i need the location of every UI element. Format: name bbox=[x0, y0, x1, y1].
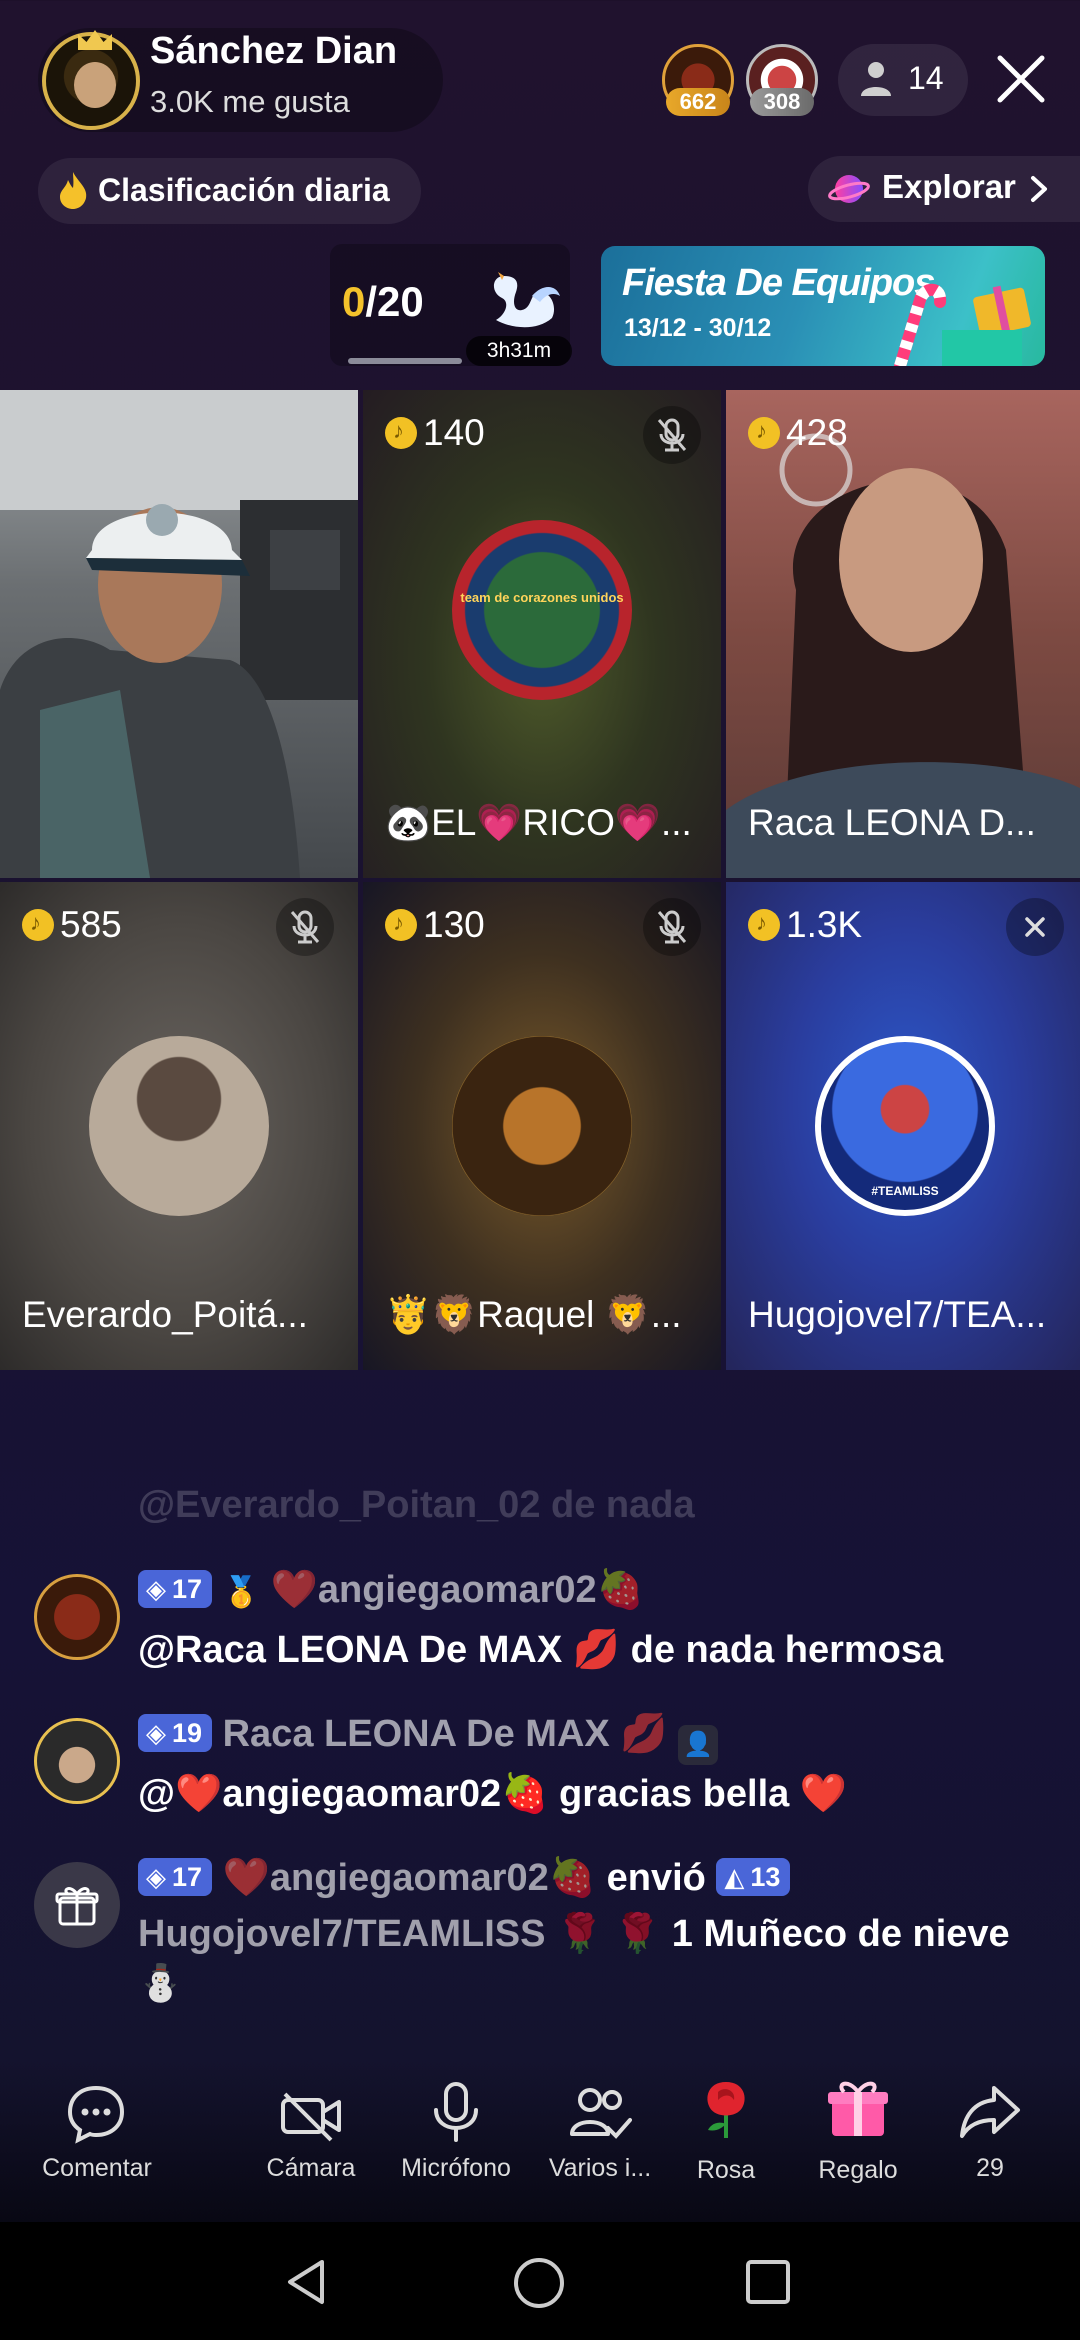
chat-username[interactable]: ❤️angiegaomar02🍓 bbox=[271, 1569, 644, 1611]
event-dates: 13/12 - 30/12 bbox=[624, 314, 772, 342]
guest-score: 140 bbox=[385, 412, 485, 454]
chat-message: @❤️angiegaomar02🍓 gracias bella ❤️ bbox=[138, 1773, 848, 1815]
goal-timer: 3h31m bbox=[466, 336, 572, 366]
avatar-caption: team de corazones unidos bbox=[460, 590, 624, 605]
host-avatar[interactable] bbox=[42, 30, 140, 130]
gift-icon bbox=[55, 1887, 99, 1926]
close-icon[interactable] bbox=[992, 50, 1050, 108]
toolbar-label-camera: Cámara bbox=[266, 2154, 356, 2182]
camera-off-icon[interactable] bbox=[279, 2084, 343, 2148]
close-guest-icon[interactable] bbox=[1006, 898, 1064, 956]
coin-icon bbox=[748, 909, 780, 941]
daily-ranking-label: Clasificación diaria bbox=[98, 172, 390, 208]
flame-icon bbox=[60, 172, 87, 209]
planet-icon bbox=[828, 175, 870, 203]
person-icon bbox=[861, 62, 891, 96]
level-badge: ◈ 17 bbox=[138, 1858, 213, 1896]
host-name[interactable]: Sánchez Dian bbox=[150, 30, 397, 73]
guest-name: Everardo_Poitá... bbox=[22, 1294, 308, 1335]
guest-avatar bbox=[452, 520, 632, 700]
level-badge: ◈ 17 bbox=[138, 1570, 213, 1608]
coin-icon bbox=[22, 909, 54, 941]
guest-name: Raca LEONA D... bbox=[748, 802, 1036, 843]
guest-tile-4[interactable]: 585 Everardo_Poitá... bbox=[0, 882, 358, 1370]
host-likes: 3.0K me gusta bbox=[150, 84, 350, 119]
microphone-icon[interactable] bbox=[424, 2080, 488, 2144]
guest-score: 1.3K bbox=[748, 904, 862, 946]
comment-icon[interactable] bbox=[64, 2082, 128, 2146]
home-icon[interactable] bbox=[512, 2256, 566, 2310]
chat-username[interactable]: ❤️angiegaomar02🍓 bbox=[223, 1857, 596, 1899]
guest-name: Hugojovel7/TEA... bbox=[748, 1294, 1047, 1335]
toolbar-label-gift: Regalo bbox=[818, 2156, 898, 2184]
guest-name: 🤴🦁Raquel 🦁... bbox=[385, 1294, 682, 1335]
guest-tile-5[interactable]: 130 🤴🦁Raquel 🦁... bbox=[363, 882, 721, 1370]
avatar-caption: #TEAMLISS bbox=[871, 1184, 939, 1198]
guest-tile-1[interactable] bbox=[0, 390, 358, 878]
guest-tile-2[interactable]: 140 team de corazones unidos 🐼EL💗RICO💗..… bbox=[363, 390, 721, 878]
chat-avatar[interactable] bbox=[34, 1718, 120, 1804]
guest-avatar bbox=[452, 1036, 632, 1216]
goal-progress-bar bbox=[348, 358, 462, 364]
chat-message: @Raca LEONA De MAX 💋 de nada hermosa bbox=[138, 1629, 944, 1671]
rose-icon[interactable] bbox=[694, 2076, 758, 2140]
goal-progress-text: 0/20 bbox=[342, 278, 424, 325]
top-viewer-badge-1: 662 bbox=[666, 88, 730, 116]
mic-muted-icon[interactable] bbox=[643, 406, 701, 464]
chat-faded-message: @Everardo_Poitan_02 de nada bbox=[138, 1484, 695, 1526]
mic-muted-icon[interactable] bbox=[643, 898, 701, 956]
recents-icon[interactable] bbox=[744, 2258, 792, 2306]
guest-avatar bbox=[89, 1036, 269, 1216]
toolbar-label-rose: Rosa bbox=[696, 2156, 756, 2184]
sub-level-badge: ◭ 13 bbox=[716, 1858, 791, 1896]
guest-score: 428 bbox=[748, 412, 848, 454]
guest-tile-3[interactable]: 428 Raca LEONA D... bbox=[726, 390, 1080, 878]
subscriber-icon: 👤 bbox=[678, 1725, 719, 1765]
coin-icon bbox=[748, 417, 780, 449]
gift-recipient[interactable]: Hugojovel7/TEAMLISS 🌹 🌹 bbox=[138, 1913, 661, 1955]
gift-sent-label: envió bbox=[606, 1857, 706, 1899]
snowman-icon: ⛄ bbox=[138, 1962, 183, 2003]
guest-name: 🐼EL💗RICO💗... bbox=[385, 802, 692, 843]
chat-header: ◈ 17 🥇 ❤️angiegaomar02🍓 bbox=[138, 1568, 644, 1612]
chat-gift-header: ◈ 17 ❤️angiegaomar02🍓 envió ◭ 13 bbox=[138, 1856, 791, 1900]
multi-guest-icon[interactable] bbox=[568, 2082, 632, 2146]
back-icon[interactable] bbox=[282, 2256, 330, 2308]
explore-label: Explorar bbox=[882, 168, 1016, 205]
gift-name: 1 Muñeco de nieve bbox=[671, 1913, 1010, 1955]
top-viewer-badge-2: 308 bbox=[750, 88, 814, 116]
coin-icon bbox=[385, 417, 417, 449]
share-count: 29 bbox=[976, 2154, 1004, 2182]
chat-avatar[interactable] bbox=[34, 1574, 120, 1660]
candy-cane-icon bbox=[894, 283, 1031, 366]
host-video-person bbox=[0, 390, 358, 878]
chat-username[interactable]: Raca LEONA De MAX 💋 bbox=[223, 1713, 668, 1755]
coin-icon bbox=[385, 909, 417, 941]
guest-score: 130 bbox=[385, 904, 485, 946]
toolbar-label-comment: Comentar bbox=[42, 2154, 152, 2182]
share-icon[interactable] bbox=[958, 2080, 1022, 2144]
chevron-right-icon bbox=[1031, 176, 1047, 202]
viewer-count: 14 bbox=[908, 60, 944, 96]
chat-header: ◈ 19 Raca LEONA De MAX 💋 👤 bbox=[138, 1712, 719, 1765]
guest-score: 585 bbox=[22, 904, 122, 946]
guest-tile-6[interactable]: 1.3K #TEAMLISS Hugojovel7/TEA... bbox=[726, 882, 1080, 1370]
medal-icon: 🥇 bbox=[222, 1576, 260, 1609]
mic-muted-icon[interactable] bbox=[276, 898, 334, 956]
toolbar-label-microphone: Micrófono bbox=[401, 2154, 511, 2182]
chat-gift-line: Hugojovel7/TEAMLISS 🌹 🌹 1 Muñeco de niev… bbox=[138, 1912, 1010, 1956]
gift-box-icon[interactable] bbox=[826, 2076, 890, 2140]
level-badge: ◈ 19 bbox=[138, 1714, 213, 1752]
